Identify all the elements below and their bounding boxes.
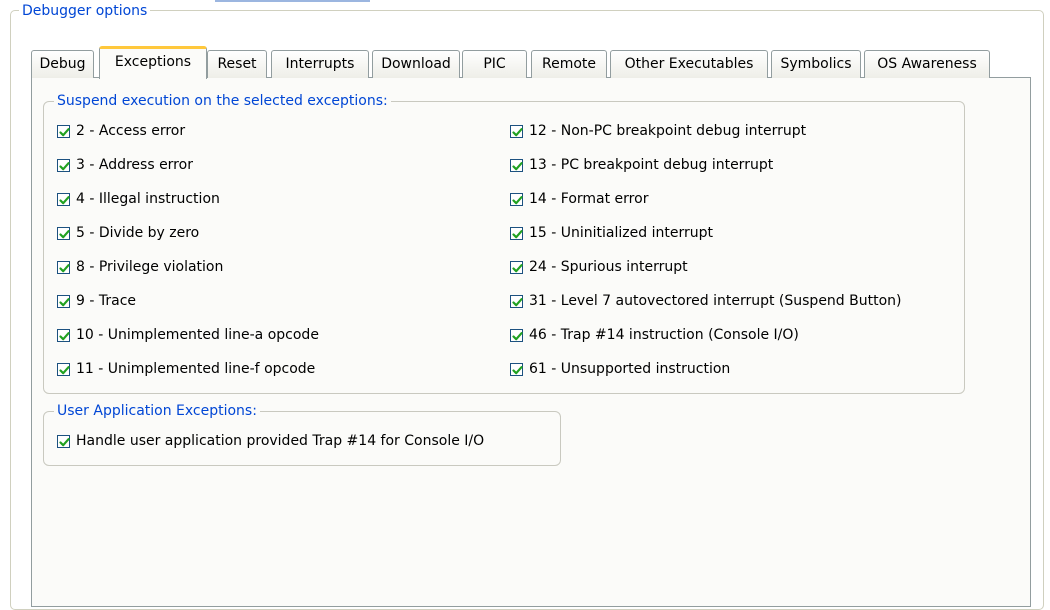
checkbox-label: 31 - Level 7 autovectored interrupt (Sus… bbox=[529, 293, 902, 309]
checkmark-icon bbox=[59, 331, 70, 340]
checkmark-icon bbox=[512, 331, 523, 340]
checkmark-icon bbox=[59, 365, 70, 374]
exception-checkbox-row[interactable]: 3 - Address error bbox=[57, 155, 193, 175]
checkmark-icon bbox=[512, 263, 523, 272]
checkmark-icon bbox=[512, 127, 523, 136]
exception-checkbox-row[interactable]: 15 - Uninitialized interrupt bbox=[510, 223, 713, 243]
checkmark-icon bbox=[512, 297, 523, 306]
checkmark-icon bbox=[512, 365, 523, 374]
checkbox-label: 2 - Access error bbox=[76, 123, 186, 139]
checkbox[interactable] bbox=[510, 124, 523, 138]
exception-checkbox-row[interactable]: 31 - Level 7 autovectored interrupt (Sus… bbox=[510, 291, 902, 311]
top-strip bbox=[215, 0, 370, 2]
checkbox-label: Handle user application provided Trap #1… bbox=[76, 433, 485, 449]
tab-remote[interactable]: Remote bbox=[531, 50, 607, 78]
checkbox[interactable] bbox=[510, 192, 523, 206]
tab-symbolics[interactable]: Symbolics bbox=[771, 50, 861, 78]
checkbox[interactable] bbox=[510, 158, 523, 172]
user-exceptions-title: User Application Exceptions: bbox=[54, 402, 260, 420]
tab-pic[interactable]: PIC bbox=[462, 50, 527, 78]
checkbox[interactable] bbox=[57, 226, 70, 240]
checkbox[interactable] bbox=[510, 294, 523, 308]
suspend-exceptions-title: Suspend execution on the selected except… bbox=[54, 92, 391, 110]
checkbox-label: 3 - Address error bbox=[76, 157, 193, 173]
exception-checkbox-row[interactable]: 12 - Non-PC breakpoint debug interrupt bbox=[510, 121, 806, 141]
checkbox[interactable] bbox=[57, 328, 70, 342]
exception-checkbox-row[interactable]: 13 - PC breakpoint debug interrupt bbox=[510, 155, 773, 175]
checkmark-icon bbox=[59, 297, 70, 306]
checkbox-label: 5 - Divide by zero bbox=[76, 225, 200, 241]
checkbox-label: 10 - Unimplemented line-a opcode bbox=[76, 327, 319, 343]
suspend-exceptions-group bbox=[43, 101, 965, 394]
exception-checkbox-row[interactable]: 5 - Divide by zero bbox=[57, 223, 199, 243]
checkbox-label: 15 - Uninitialized interrupt bbox=[529, 225, 713, 241]
checkmark-icon bbox=[59, 127, 70, 136]
tab-debug[interactable]: Debug bbox=[31, 50, 94, 78]
tab-exceptions[interactable]: Exceptions bbox=[99, 46, 207, 79]
tab-os-awareness[interactable]: OS Awareness bbox=[864, 50, 990, 78]
checkbox-label: 4 - Illegal instruction bbox=[76, 191, 220, 207]
exception-checkbox-row[interactable]: 9 - Trace bbox=[57, 291, 136, 311]
checkbox[interactable] bbox=[57, 260, 70, 274]
checkmark-icon bbox=[512, 195, 523, 204]
checkbox-label: 14 - Format error bbox=[529, 191, 649, 207]
checkbox-label: 11 - Unimplemented line-f opcode bbox=[76, 361, 316, 377]
exception-checkbox-row[interactable]: 14 - Format error bbox=[510, 189, 648, 209]
checkbox[interactable] bbox=[510, 362, 523, 376]
exception-checkbox-row[interactable]: 46 - Trap #14 instruction (Console I/O) bbox=[510, 325, 799, 345]
tab-reset[interactable]: Reset bbox=[207, 50, 267, 78]
checkmark-icon bbox=[512, 229, 523, 238]
checkbox[interactable] bbox=[57, 192, 70, 206]
exception-checkbox-row[interactable]: 24 - Spurious interrupt bbox=[510, 257, 688, 277]
checkbox-label: 8 - Privilege violation bbox=[76, 259, 224, 275]
checkmark-icon bbox=[59, 437, 70, 446]
checkbox-label: 61 - Unsupported instruction bbox=[529, 361, 731, 377]
checkbox[interactable] bbox=[57, 434, 70, 448]
tab-interrupts[interactable]: Interrupts bbox=[271, 50, 369, 78]
exception-checkbox-row[interactable]: Handle user application provided Trap #1… bbox=[57, 431, 484, 451]
checkbox[interactable] bbox=[57, 362, 70, 376]
exception-checkbox-row[interactable]: 2 - Access error bbox=[57, 121, 185, 141]
tab-download[interactable]: Download bbox=[372, 50, 460, 78]
checkbox[interactable] bbox=[57, 124, 70, 138]
tab-other-executables[interactable]: Other Executables bbox=[610, 50, 768, 78]
checkbox-label: 12 - Non-PC breakpoint debug interrupt bbox=[529, 123, 807, 139]
checkbox[interactable] bbox=[57, 158, 70, 172]
exception-checkbox-row[interactable]: 61 - Unsupported instruction bbox=[510, 359, 730, 379]
checkmark-icon bbox=[59, 263, 70, 272]
checkmark-icon bbox=[59, 195, 70, 204]
exception-checkbox-row[interactable]: 10 - Unimplemented line-a opcode bbox=[57, 325, 319, 345]
exception-checkbox-row[interactable]: 8 - Privilege violation bbox=[57, 257, 223, 277]
checkbox-label: 9 - Trace bbox=[76, 293, 136, 309]
checkbox-label: 13 - PC breakpoint debug interrupt bbox=[529, 157, 774, 173]
checkmark-icon bbox=[59, 229, 70, 238]
checkbox[interactable] bbox=[510, 226, 523, 240]
checkbox[interactable] bbox=[57, 294, 70, 308]
checkbox[interactable] bbox=[510, 328, 523, 342]
checkbox[interactable] bbox=[510, 260, 523, 274]
debugger-options-title: Debugger options bbox=[19, 2, 151, 20]
checkmark-icon bbox=[512, 161, 523, 170]
checkmark-icon bbox=[59, 161, 70, 170]
exception-checkbox-row[interactable]: 4 - Illegal instruction bbox=[57, 189, 220, 209]
exception-checkbox-row[interactable]: 11 - Unimplemented line-f opcode bbox=[57, 359, 315, 379]
checkbox-label: 46 - Trap #14 instruction (Console I/O) bbox=[529, 327, 799, 343]
checkbox-label: 24 - Spurious interrupt bbox=[529, 259, 688, 275]
